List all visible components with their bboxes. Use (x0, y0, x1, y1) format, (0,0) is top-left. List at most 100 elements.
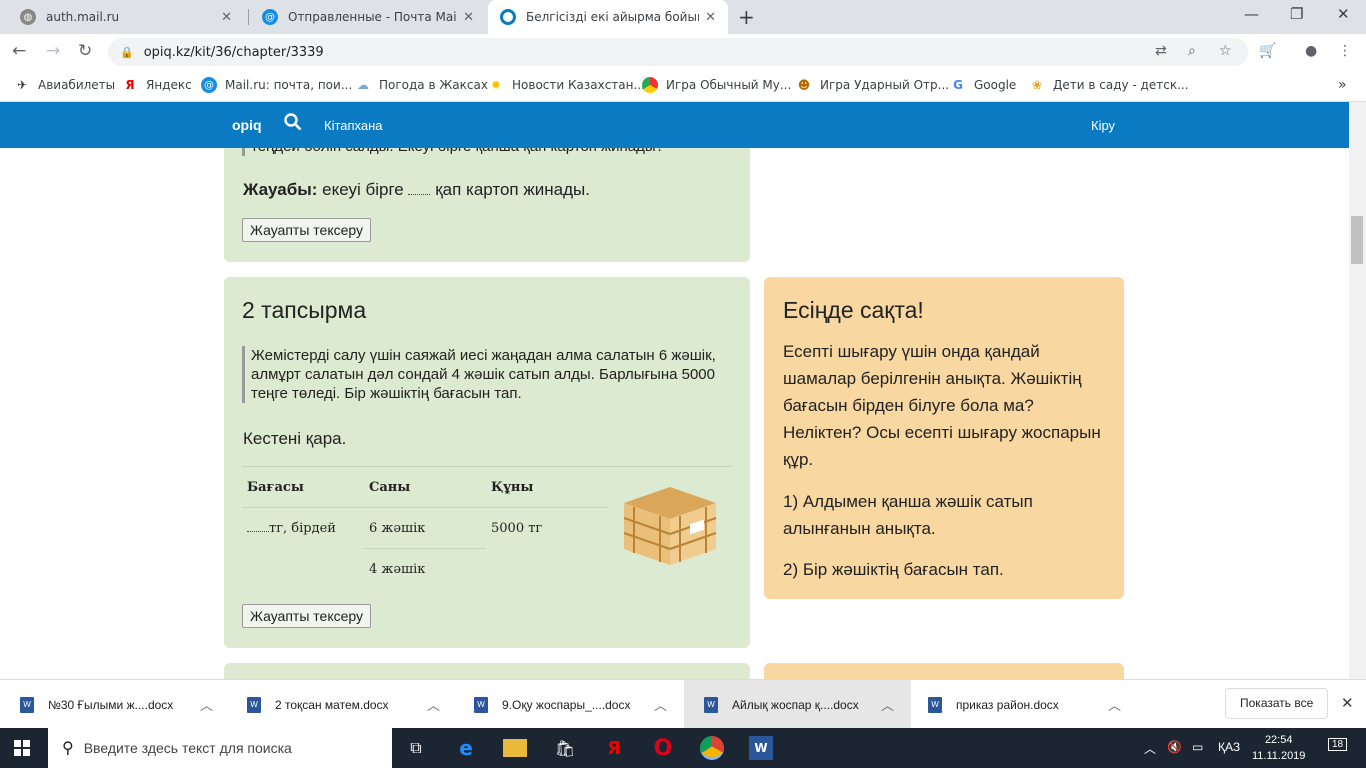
search-icon: ⚲ (62, 740, 74, 757)
close-icon[interactable]: ✕ (221, 10, 232, 25)
task1-card (224, 148, 750, 262)
opiq-icon (500, 9, 516, 25)
close-icon[interactable]: ✕ (705, 10, 716, 25)
next-task-card (224, 663, 750, 679)
download-item[interactable]: W 9.Оқу жоспары_....docx ︿ (454, 680, 681, 729)
chrome-icon[interactable] (700, 736, 724, 760)
word-doc-icon: W (704, 696, 718, 713)
remember-step-1: 1) Алдымен қанша жәшік сатып алынғанын а… (783, 492, 1033, 538)
opera-icon[interactable]: O (651, 736, 675, 761)
close-icon[interactable]: ✕ (1341, 694, 1354, 712)
tab-active-opiq[interactable]: Белгісізді екі айырма бойынша ✕ (488, 0, 728, 34)
quantity-cell: 6 жәшік (364, 507, 486, 549)
bookmark-kids[interactable]: ❀ Дети в саду - детск... (1029, 77, 1189, 93)
task1-answer: Жауабы: екеуі бірге қап картоп жинады. (243, 176, 590, 203)
remember-title: Есіңде сақта! (783, 297, 924, 323)
download-item[interactable]: W №30 Ғылыми ж....docx ︿ (0, 680, 227, 729)
close-icon[interactable]: ✕ (463, 10, 474, 25)
answer-text-before: екеуі бірге (322, 180, 404, 199)
word-doc-icon: W (474, 696, 488, 713)
new-tab-button[interactable]: + (738, 5, 755, 29)
mailru-icon: @ (262, 9, 278, 25)
address-bar[interactable]: 🔒 opiq.kz/kit/36/chapter/3339 (108, 38, 1248, 66)
library-link[interactable]: Кітапхана (324, 118, 383, 133)
empty-cell (242, 549, 364, 590)
opiq-logo[interactable]: opiq (232, 117, 262, 133)
download-filename: Айлық жоспар қ....docx (732, 697, 859, 712)
url-text: opiq.kz/kit/36/chapter/3339 (143, 44, 324, 60)
bookmark-yandex[interactable]: Я Яндекс (122, 77, 191, 93)
zoom-icon[interactable]: ⌕ (1188, 43, 1196, 59)
reload-icon[interactable]: ↻ (78, 41, 92, 61)
translate-icon[interactable]: ⇄ (1155, 43, 1167, 59)
task2-check-button[interactable]: Жауапты тексеру (242, 604, 372, 628)
bookmark-label: Авиабилеты (38, 78, 116, 92)
notifications-badge[interactable]: 18 (1328, 738, 1348, 751)
login-link[interactable]: Кіру (1091, 118, 1115, 133)
bookmark-game2[interactable]: ☻ Игра Ударный Отр... (796, 77, 949, 93)
chevron-up-icon[interactable]: ︿ (427, 695, 440, 714)
quantity-cell: 4 жәшік (364, 548, 486, 590)
yandex-browser-icon[interactable]: Я (602, 736, 626, 760)
download-item[interactable]: W Айлық жоспар қ....docx ︿ (684, 680, 911, 729)
bookmark-google[interactable]: G Google (950, 77, 1016, 93)
word-doc-icon: W (928, 696, 942, 713)
download-filename: приказ район.docx (956, 697, 1059, 712)
lock-icon: 🔒 (120, 45, 134, 59)
bookmark-label: Mail.ru: почта, пои... (225, 78, 353, 92)
download-item[interactable]: W приказ район.docx ︿ (908, 680, 1135, 729)
remember-text: Есепті шығару үшін онда қандай шамалар б… (783, 342, 1101, 469)
bookmark-label: Погода в Жаксах (379, 78, 488, 92)
window-close-icon[interactable]: ✕ (1337, 5, 1350, 23)
page-scrollbar[interactable] (1349, 102, 1366, 679)
game-icon (642, 77, 658, 93)
total-cell: 5000 тг (486, 507, 608, 549)
bookmarks-more-icon[interactable]: » (1338, 77, 1347, 93)
scrollbar-thumb[interactable] (1351, 216, 1363, 264)
cart-icon[interactable]: 🛒 (1259, 43, 1276, 59)
bookmark-weather[interactable]: ☁ Погода в Жаксах (355, 77, 488, 93)
download-item[interactable]: W 2 тоқсан матем.docx ︿ (227, 680, 454, 729)
chevron-up-icon[interactable]: ︿ (1108, 695, 1121, 714)
tab-auth-mail[interactable]: ◍ auth.mail.ru ✕ (8, 0, 244, 34)
task1-check-button[interactable]: Жауапты тексеру (242, 218, 372, 242)
chevron-up-icon[interactable]: ︿ (654, 695, 667, 714)
back-icon[interactable]: ← (12, 41, 26, 61)
profile-icon[interactable]: ● (1305, 43, 1317, 59)
menu-icon[interactable]: ⋮ (1338, 43, 1352, 59)
bookmarks-bar: ✈ Авиабилеты Я Яндекс @ Mail.ru: почта, пои… (0, 70, 1366, 102)
task-view-icon[interactable]: ⧉ (404, 736, 428, 760)
tray-chevron-icon[interactable]: ︿ (1144, 740, 1156, 757)
edge-icon[interactable]: e (454, 736, 478, 760)
chevron-up-icon[interactable]: ︿ (881, 695, 894, 714)
language-indicator[interactable]: ҚАЗ (1218, 740, 1240, 754)
store-icon[interactable]: 🛍 (553, 736, 577, 760)
star-icon[interactable]: ☆ (1219, 43, 1232, 59)
tab-mail-sent[interactable]: @ Отправленные - Почта Mail.ru ✕ (250, 0, 486, 34)
show-all-button[interactable]: Показать все (1225, 688, 1329, 719)
bookmark-news[interactable]: ✹ Новости Казахстан... (488, 77, 645, 93)
bookmark-aviabilety[interactable]: ✈ Авиабилеты (14, 77, 115, 93)
price-cell: тг, бірдей (242, 507, 364, 549)
search-icon[interactable] (284, 113, 302, 136)
file-explorer-icon[interactable] (503, 739, 527, 757)
chevron-up-icon[interactable]: ︿ (200, 695, 213, 714)
bookmark-mailru[interactable]: @ Mail.ru: почта, пои... (201, 77, 352, 93)
bookmark-game1[interactable]: Игра Обычный Му... (642, 77, 791, 93)
volume-icon[interactable]: 🔇 (1167, 740, 1182, 754)
word-icon[interactable]: W (749, 736, 773, 760)
maximize-icon[interactable]: ❐ (1290, 5, 1303, 23)
price-blank-input[interactable] (247, 521, 269, 532)
forward-icon[interactable]: → (46, 41, 60, 61)
taskbar-clock[interactable]: 22:54 11.11.2019 (1252, 732, 1305, 764)
clock-time: 22:54 (1264, 734, 1293, 746)
bookmark-label: Дети в саду - детск... (1053, 78, 1189, 92)
windows-start-icon[interactable] (14, 740, 31, 757)
task2-problem-text: Жемістерді салу үшін саяжай иесі жаңадан… (242, 346, 722, 403)
answer-blank-input[interactable] (408, 184, 431, 195)
google-icon: G (953, 78, 963, 92)
header-quantity: Саны (364, 466, 486, 508)
network-icon[interactable]: ▭ (1192, 740, 1203, 754)
minimize-icon[interactable]: — (1244, 5, 1259, 23)
taskbar-search-input[interactable]: ⚲ Введите здесь текст для поиска (48, 728, 392, 768)
